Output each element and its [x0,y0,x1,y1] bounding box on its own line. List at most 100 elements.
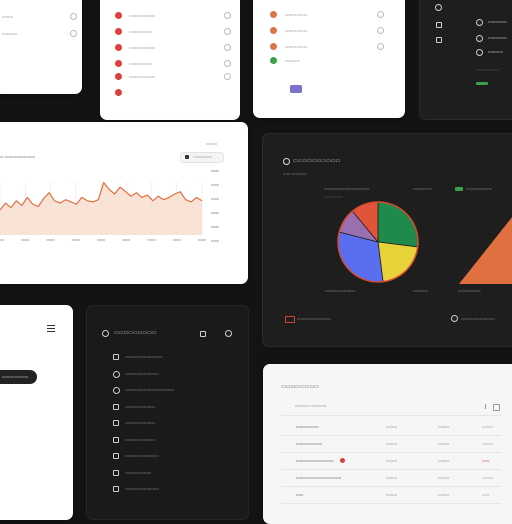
table-title: ▭▭▭▭▭▭▭▭ [281,384,319,390]
radio-icon[interactable] [224,28,231,35]
list-icon [436,22,442,28]
sort-icon[interactable] [485,404,489,409]
table-cell-status: ▭▭ [482,492,490,497]
table-divider [281,452,501,453]
y-tick-label [211,184,219,186]
y-tick-label [211,212,219,214]
list-item-label: ▭▭▭▭▭▭▭▭▭▭ [125,354,163,359]
table-cell-name: ▭▭▭▭▭▭ [296,424,319,429]
menu-item-label[interactable]: ▭▭▭▭▭ [488,20,507,24]
table-cell: ▭▭▭ [386,458,398,463]
item-icon [113,370,120,378]
menu-icon[interactable] [47,325,55,332]
radio-icon[interactable] [377,11,384,18]
alert-icon [115,89,122,96]
filter-icon[interactable] [200,331,206,337]
menu-item-label[interactable]: ▭▭▭▭▭ [488,36,507,40]
bottom-label: ▭▭▭▭▭▭▭▭▭ [297,316,332,321]
table-cell: ▭▭▭ [386,475,398,480]
status-red-dot [340,458,345,463]
item-icon [113,486,119,492]
table-cell: ▭▭▭ [438,458,450,463]
table-cell: ▭▭▭ [386,492,398,497]
radio-icon[interactable] [476,35,483,42]
alert-icon [115,28,122,35]
table-cell-name: ▭▭▭▭▭▭▭▭▭▭▭▭ [296,475,342,480]
table-cell-name: ▭▭▭▭▭▭▭▭▭▭ [296,458,334,463]
table-cell: ▭▭▭ [438,492,450,497]
item-icon [113,403,119,410]
table-card: ▭▭▭▭▭▭▭▭ ▭▭▭▭ ▭▭▭▭ ▭▭▭▭▭▭ ▭▭▭ ▭▭▭ ▭▭▭ ▭▭▭▭▭▭… [263,364,512,524]
alert-icon [115,12,122,19]
gear-icon [435,4,442,11]
y-tick-label [211,226,219,228]
alert-icon [115,73,122,80]
menu-caption: ▭▭▭▭▭▭ [476,67,499,72]
table-divider [281,469,501,470]
list-item-label: ▭▭▭▭▭▭▭ [129,74,156,79]
table-cell: ▭▭▭ [438,441,450,446]
item-icon [113,469,119,476]
info-icon[interactable] [451,315,458,322]
action-button[interactable] [290,85,302,93]
alert-icon [115,44,122,51]
table-divider [281,415,501,416]
status-orange-icon [270,27,277,34]
table-cell-name: ▭▭ [296,492,304,497]
list-item-label: ▭▭▭▭▭▭▭▭▭ [125,370,160,376]
table-divider [281,435,501,436]
list-item-label: ▭▭▭▭▭▭▭▭ [125,436,156,442]
list-item-label: ▭▭▭▭▭▭▭▭▭ [125,486,160,491]
radio-icon[interactable] [377,43,384,50]
radio-icon[interactable] [224,12,231,19]
list-item-label: ▭▭▭▭▭▭▭▭▭ [125,453,160,458]
list-item-label: ▭▭▭▭▭▭ [285,44,308,49]
settings-icon[interactable] [225,330,232,337]
list-item-label: ▭▭▭▭ [2,31,18,36]
radio-icon[interactable] [476,19,483,26]
list-item-label: ▭▭▭▭▭▭ [285,12,308,17]
status-indicator [476,82,488,85]
radio-icon[interactable] [70,13,77,20]
x-tick-label [21,239,30,241]
notifications-card: ▭▭▭▭▭▭▭ ▭▭▭▭▭▭ ▭▭▭▭▭▭▭ ▭▭▭▭▭▭ ▭▭▭▭▭▭▭ [100,0,240,120]
table-subtitle: ▭▭▭▭ ▭▭▭▭ [295,403,327,408]
radio-icon[interactable] [476,49,483,56]
radio-icon[interactable] [224,44,231,51]
table-cell-name: ▭▭▭▭▭▭▭ [296,441,323,446]
list-item-label: ▭▭▭▭▭▭▭▭ [125,403,156,409]
list-title: ▭▭▭▭▭▭▭▭▭ [114,330,157,336]
table-cell-status: ▭▭ [482,458,490,463]
x-tick-label [97,239,105,241]
table-cell: ▭▭▭ [386,424,398,429]
item-icon [113,453,119,459]
list-item-label: ▭▭▭▭ [285,58,301,63]
filter-icon[interactable] [493,404,500,411]
item-icon [113,436,119,443]
table-cell-status: ▭▭▭ [482,475,494,480]
dark-menu-card: ▭▭▭▭▭ ▭▭▭▭▭ ▭▭▭▭ ▭▭▭▭▭▭ [419,0,512,120]
status-card: ▭▭▭▭▭▭ ▭▭▭▭▭▭ ▭▭▭▭▭▭ ▭▭▭▭ [253,0,405,118]
radio-icon[interactable] [377,27,384,34]
chart-footer-label: ▭▭▭▭▭▭ [458,288,481,293]
table-cell: ▭▭▭ [386,441,398,446]
list-item-label: ▭▭▭▭▭▭▭ [129,13,156,18]
menu-item-label[interactable]: ▭▭▭▭ [488,50,503,54]
status-orange-icon [270,43,277,50]
y-tick-label [211,198,219,200]
alert-icon [115,60,122,67]
x-tick-label [0,239,4,241]
bottom-label: ▭▭▭▭▭▭▭▭▭ [461,316,496,321]
radio-icon[interactable] [70,30,77,37]
x-tick-label [172,239,181,241]
list-item-label: ▭▭▭▭▭▭▭▭ [125,420,156,425]
list-item-label: ▭▭▭▭▭▭ [285,28,308,33]
sidebar-card: ▭▭▭▭▭▭▭ [0,305,73,520]
radio-icon[interactable] [224,60,231,67]
list-item-label: ▭▭▭▭▭▭ [129,61,152,66]
list-item-label: ▭▭▭ [2,14,14,19]
item-icon [113,387,120,394]
radio-icon[interactable] [224,73,231,80]
x-tick-label [71,239,80,241]
sidebar-pill-button[interactable]: ▭▭▭▭▭▭▭ [0,370,37,384]
